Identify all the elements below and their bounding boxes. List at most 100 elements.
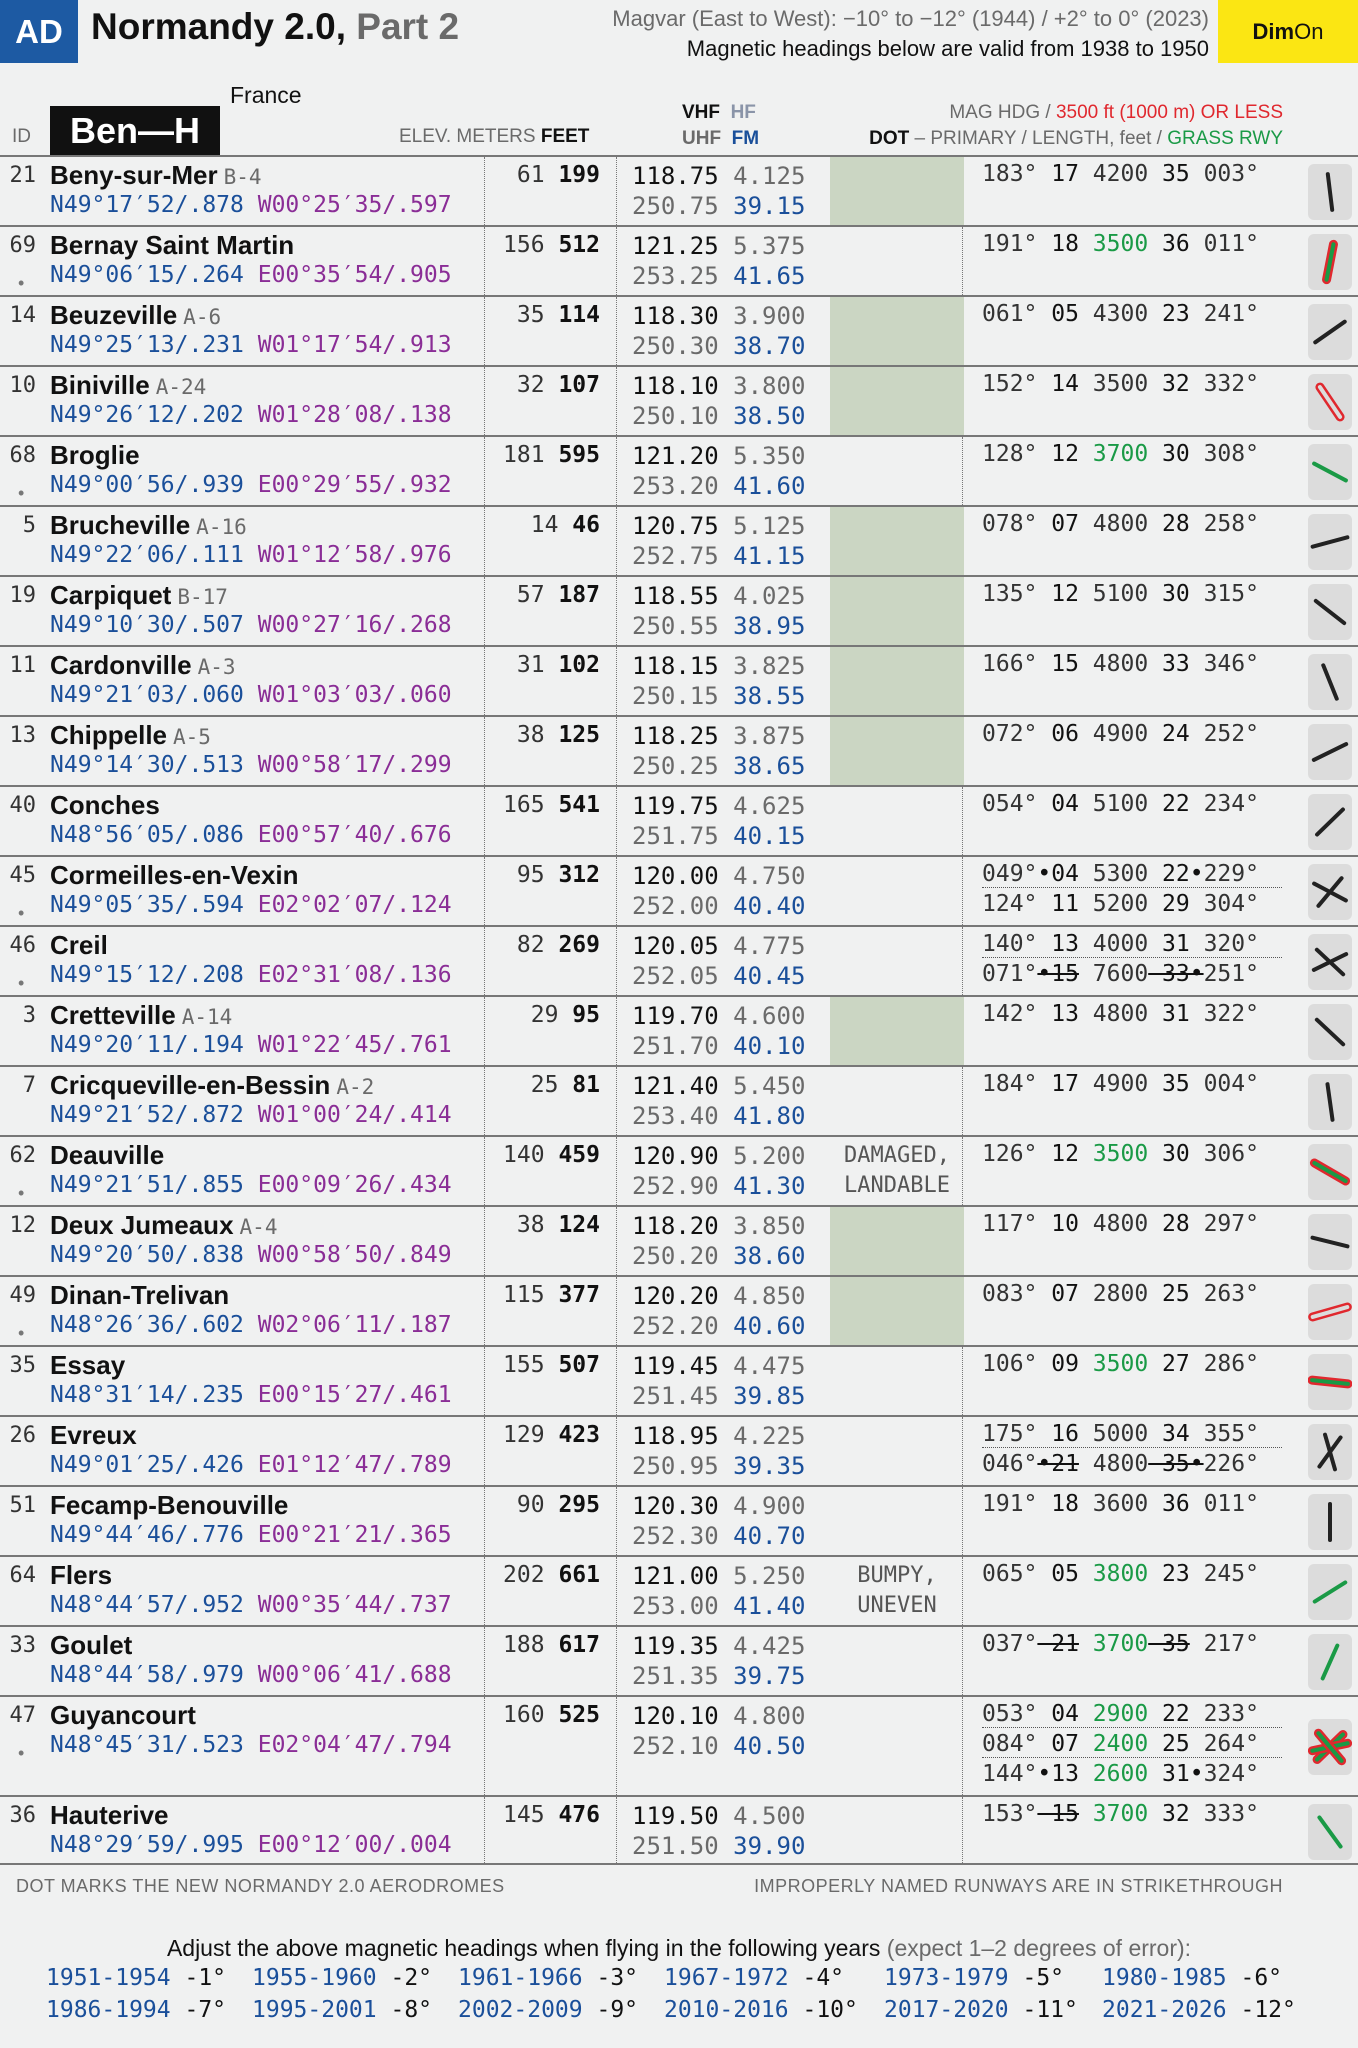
column-divider [616, 157, 617, 225]
hf-frequency: 4.900 [733, 1492, 806, 1520]
year-adjustment: 1986-1994 -7° [46, 1997, 252, 2023]
aerodrome-name[interactable]: Brucheville A-16 [50, 510, 247, 541]
column-divider [616, 717, 617, 785]
coordinates: N48°26′36/.602 W02°06′11/.187 [50, 1312, 452, 1338]
vhf-hf-frequency: 118.20 3.850 [632, 1212, 805, 1240]
runway-field: 5100 [1078, 581, 1149, 607]
aerodrome-name[interactable]: Cricqueville-en-Bessin A-2 [50, 1070, 374, 1101]
hf-frequency: 5.250 [733, 1562, 806, 1590]
aerodrome-name[interactable]: Goulet [50, 1630, 138, 1661]
longitude: E00°09′26/.434 [257, 1172, 452, 1198]
column-divider [484, 1627, 485, 1695]
aerodrome-name[interactable]: Fecamp-Benouville [50, 1490, 294, 1521]
vhf-hf-frequency: 120.05 4.775 [632, 932, 805, 960]
aerodrome-name[interactable]: Carpiquet B-17 [50, 580, 228, 611]
condition-note [830, 787, 964, 855]
runway-diagram-icon [1308, 444, 1352, 500]
runway-line: 144°•13 2600 31•324° [982, 1761, 1282, 1787]
runway-line: 142° 13 4800 31 322° [982, 1001, 1282, 1027]
vhf-frequency: 121.40 [632, 1072, 719, 1100]
fm-frequency: 39.85 [733, 1382, 806, 1410]
runway-field: •15 [1037, 961, 1079, 987]
runway-field: 35• [1148, 1451, 1204, 1477]
longitude: E02°02′07/.124 [257, 892, 452, 918]
table-row: 14 Beuzeville A-6 N49°25′13/.231 W01°17′54/… [0, 295, 1358, 365]
aerodrome-name[interactable]: Deux Jumeaux A-4 [50, 1210, 277, 1241]
runway-field: 23 [1148, 1561, 1190, 1587]
uhf-frequency: 253.40 [632, 1102, 719, 1130]
aerodrome-name[interactable]: Chippelle A-5 [50, 720, 211, 751]
runway-field: 28 [1148, 1211, 1190, 1237]
runway-field: 054° [982, 791, 1038, 817]
fm-frequency: 40.10 [733, 1032, 806, 1060]
runway-field: 4000 [1078, 931, 1149, 957]
aerodrome-name[interactable]: Hauterive [50, 1800, 175, 1831]
elevation: 38 125 [486, 722, 600, 748]
fm-frequency: 39.15 [733, 192, 806, 220]
runway-field: 23 [1148, 301, 1190, 327]
aerodrome-name[interactable]: Dinan-Trelivan [50, 1280, 235, 1311]
aerodrome-name[interactable]: Cormeilles-en-Vexin [50, 860, 305, 891]
aerodrome-name-text: Conches [50, 790, 160, 820]
runway-field: 4800 [1078, 1211, 1149, 1237]
elevation-feet: 95 [572, 1002, 600, 1028]
aerodrome-name[interactable]: Conches [50, 790, 166, 821]
dim-on-button[interactable]: Dim On [1218, 0, 1358, 63]
runway-field: 25 [1148, 1281, 1190, 1307]
elevation-meters: 82 [516, 932, 545, 958]
aerodrome-name[interactable]: Broglie [50, 440, 146, 471]
runway-field: 4900 [1078, 1071, 1149, 1097]
aerodrome-name[interactable]: Bernay Saint Martin [50, 230, 300, 261]
hf-label: HF [730, 102, 756, 123]
adjustment-years: 1973-1979 [884, 1965, 1009, 1991]
longitude: W00°58′17/.299 [257, 752, 452, 778]
runway-diagram-icon [1308, 1214, 1352, 1270]
aerodrome-name[interactable]: Flers [50, 1560, 118, 1591]
adjustment-degrees: -4° [802, 1965, 845, 1991]
runway-line: 126° 12 3500 30 306° [982, 1141, 1282, 1167]
runway-diagram-icon [1308, 1074, 1352, 1130]
aerodrome-name[interactable]: Beuzeville A-6 [50, 300, 221, 331]
column-divider [616, 1557, 617, 1625]
vhf-hf-frequency: 118.15 3.825 [632, 652, 805, 680]
vhf-frequency: 120.90 [632, 1142, 719, 1170]
uhf-frequency: 252.30 [632, 1522, 719, 1550]
hf-frequency: 3.800 [733, 372, 806, 400]
condition-note [830, 1627, 964, 1695]
aerodrome-name[interactable]: Evreux [50, 1420, 143, 1451]
runway-field: 5100 [1078, 791, 1149, 817]
aerodrome-name[interactable]: Guyancourt [50, 1700, 202, 1731]
aerodrome-name[interactable]: Essay [50, 1350, 131, 1381]
runway-field: 22 [1148, 1701, 1190, 1727]
aerodrome-name[interactable]: Cardonville A-3 [50, 650, 236, 681]
column-divider [484, 857, 485, 925]
adjustment-years: 2002-2009 [458, 1997, 583, 2023]
elevation-meters: 38 [516, 722, 545, 748]
hf-frequency: 4.625 [733, 792, 806, 820]
table-row: 21 Beny-sur-Mer B-4 N49°17′52/.878 W00°25′3… [0, 155, 1358, 225]
aerodrome-name-text: Chippelle [50, 720, 168, 750]
aerodrome-name[interactable]: Biniville A-24 [50, 370, 206, 401]
runway-field: 306° [1189, 1141, 1259, 1167]
year-adjustment: 1967-1972 -4° [664, 1965, 884, 1991]
latitude: N49°21′03/.060 [50, 682, 244, 708]
runway-line: 072° 06 4900 24 252° [982, 721, 1282, 747]
condition-note [830, 507, 964, 575]
column-divider [484, 647, 485, 715]
aerodrome-name[interactable]: Beny-sur-Mer B-4 [50, 160, 262, 191]
aerodrome-name[interactable]: Deauville [50, 1140, 170, 1171]
aerodrome-name[interactable]: Creil [50, 930, 114, 961]
runway-field: 229° [1203, 861, 1259, 887]
longitude: W00°58′50/.849 [257, 1242, 452, 1268]
runway-field: 071° [982, 961, 1038, 987]
latitude: N49°06′15/.264 [50, 262, 244, 288]
coordinates: N49°06′15/.264 E00°35′54/.905 [50, 262, 452, 288]
aerodrome-name[interactable]: Cretteville A-14 [50, 1000, 232, 1031]
elevation-meters: 145 [503, 1802, 545, 1828]
column-divider [616, 1797, 617, 1863]
runway-line: 065° 05 3800 23 245° [982, 1561, 1282, 1587]
runway-field: 3700 [1078, 1801, 1149, 1827]
vhf-frequency: 119.35 [632, 1632, 719, 1660]
new-aerodrome-dot: • [18, 903, 25, 923]
vhf-hf-frequency: 120.90 5.200 [632, 1142, 805, 1170]
